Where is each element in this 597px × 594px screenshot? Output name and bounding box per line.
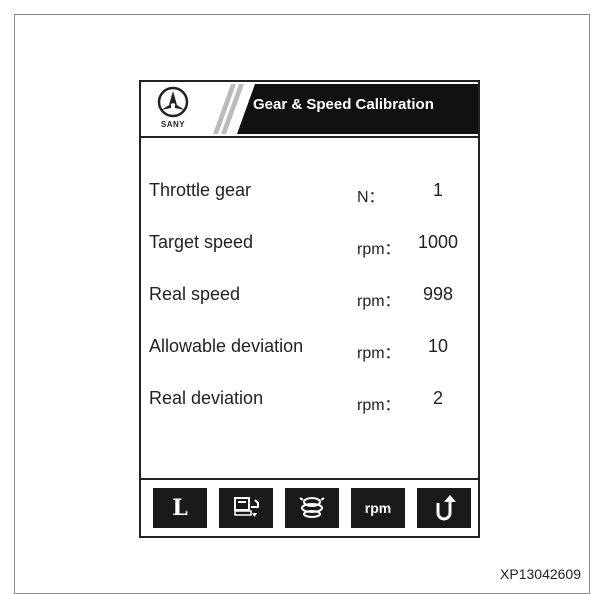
display-screen: SANY Gear & Speed Calibration Throttle g… [139,80,480,538]
row-unit: rpm： [357,345,401,362]
row-unit: rpm： [357,293,401,310]
row-unit: rpm： [357,241,401,258]
row-value: 1 [432,180,443,200]
row-real-deviation: Real deviation rpm： 2 [149,388,474,440]
throttle-knob-button[interactable] [285,488,339,528]
row-throttle-gear: Throttle gear N： 1 [149,180,474,232]
sany-logo-icon [157,86,189,118]
row-label: Target speed [149,232,254,252]
engine-button[interactable] [219,488,273,528]
row-label: Allowable deviation [149,336,304,356]
row-unit: N： [357,189,385,206]
l-button[interactable]: L [153,488,207,528]
row-unit: rpm： [357,397,401,414]
softkey-bar: L rpm [141,478,478,536]
figure-caption: XP13042609 [500,566,581,582]
row-value: 2 [432,388,443,408]
row-value: 1000 [417,232,459,252]
screen-header: SANY Gear & Speed Calibration [141,82,478,138]
row-real-speed: Real speed rpm： 998 [149,284,474,336]
engine-icon [234,497,259,517]
logo-text: SANY [160,120,186,129]
page-title: Gear & Speed Calibration [253,96,434,113]
row-value: 10 [427,336,449,356]
row-target-speed: Target speed rpm： 1000 [149,232,474,284]
return-icon [436,495,456,521]
calibration-list: Throttle gear N： 1 Target speed rpm： 100… [149,180,474,440]
row-allowable-deviation: Allowable deviation rpm： 10 [149,336,474,388]
l-button-label: L [172,495,188,521]
row-label: Real deviation [149,388,264,408]
sany-logo: SANY [149,86,197,132]
rpm-button-label: rpm [364,500,392,516]
throttle-knob-icon [299,497,325,518]
row-value: 998 [422,284,454,304]
return-button[interactable] [417,488,471,528]
row-label: Real speed [149,284,241,304]
rpm-button[interactable]: rpm [351,488,405,528]
row-label: Throttle gear [149,180,252,200]
